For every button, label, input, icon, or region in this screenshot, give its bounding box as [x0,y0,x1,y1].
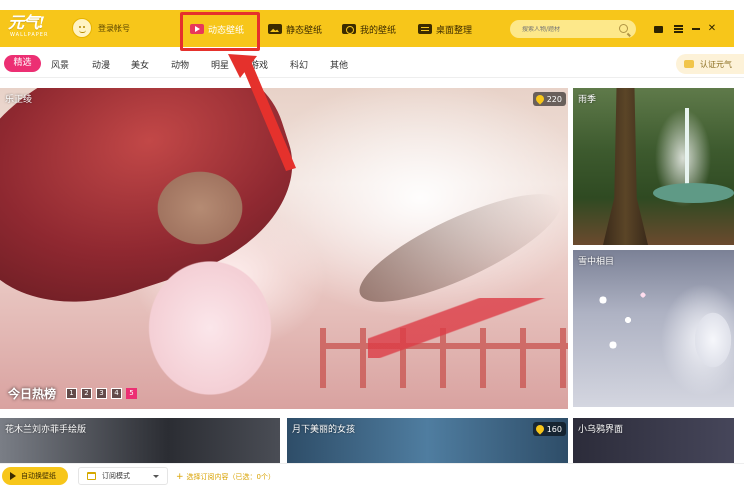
chevron-down-icon [153,475,159,478]
select-subscription-link[interactable]: + 选择订阅内容（已选：0个） [176,472,275,482]
side-art-waterfall [685,108,689,188]
wallpaper-card-rain[interactable]: 雨季 [573,88,734,245]
side-art-pool [653,183,734,203]
hot-count-badge: 220 [532,92,566,106]
tab-label: 静态壁纸 [286,25,323,36]
category-bar: 精选 风景 动漫 美女 动物 明星 游戏 科幻 其他 [0,50,744,78]
wallpaper-card-crow[interactable]: 小乌鸦界面 [573,418,734,464]
ranking-page-5[interactable]: 5 [126,388,138,399]
hot-count: 160 [546,424,562,434]
wallpaper-card-moon-girl[interactable]: 月下美丽的女孩 160 [287,418,568,464]
card-title: 雪中相目 [578,257,615,267]
minimize-button[interactable] [690,23,702,35]
ranking-page-4[interactable]: 4 [111,388,123,399]
category-celebrity[interactable]: 明星 [211,58,229,71]
certify-label: 认证元气 [700,59,732,69]
badge-icon [684,60,694,68]
card-title: 小乌鸦界面 [578,425,624,435]
ranking-page-2[interactable]: 2 [81,388,93,399]
image-icon [268,24,282,34]
annotation-highlight-box [180,12,260,51]
mode-select[interactable]: 订阅模式 [78,467,168,485]
desktop-organize-icon [418,24,432,34]
hero-art-figure [90,148,320,409]
fire-icon [534,93,546,105]
search-input[interactable] [522,25,617,33]
subscription-text: 选择订阅内容（已选：0个） [186,473,276,481]
hero-art-ribbon [368,298,568,358]
avatar-icon [72,18,92,38]
close-icon: ✕ [707,23,717,34]
tab-desktop-organize[interactable]: 桌面整理 [418,19,472,39]
category-beauty[interactable]: 美女 [131,58,149,71]
hero-title: 乐正绫 [5,95,33,105]
mail-icon [653,25,663,33]
auto-change-label: 自动换壁纸 [21,472,56,480]
minimize-icon [692,28,700,30]
bottom-toolbar: 自动换壁纸 订阅模式 + 选择订阅内容（已选：0个） [0,463,744,490]
logo-text: 元气! [8,13,45,32]
wallpaper-card-mulan[interactable]: 花木兰刘亦菲手绘版 [0,418,280,464]
category-games[interactable]: 游戏 [250,58,268,71]
category-featured[interactable]: 精选 [4,55,41,72]
menu-icon [673,28,683,30]
category-scifi[interactable]: 科幻 [290,58,308,71]
menu-button[interactable] [672,23,684,35]
certify-button[interactable]: 认证元气 [676,54,744,74]
tab-my-wallpaper[interactable]: 我的壁纸 [342,19,396,39]
hero-wallpaper-card[interactable]: 乐正绫 220 今日热榜 1 2 3 4 5 [0,88,568,409]
my-wallpaper-icon [342,24,356,34]
ranking-page-3[interactable]: 3 [96,388,108,399]
side-art-figure [673,290,734,407]
category-animals[interactable]: 动物 [171,58,189,71]
login-label: 登录帐号 [98,23,130,33]
category-anime[interactable]: 动漫 [92,58,110,71]
search-box[interactable] [510,20,636,38]
mode-label: 订阅模式 [102,472,130,480]
hot-count-badge: 160 [532,422,566,436]
side-art-trunk [603,88,648,245]
card-title: 雨季 [578,95,597,105]
tab-label: 我的壁纸 [360,25,397,36]
fire-icon [534,423,546,435]
category-other[interactable]: 其他 [330,58,348,71]
search-icon[interactable] [619,24,628,33]
ranking-page-1[interactable]: 1 [66,388,78,399]
auto-change-wallpaper-button[interactable]: 自动换壁纸 [2,467,68,485]
tab-label: 桌面整理 [436,25,473,36]
message-button[interactable] [652,23,664,35]
tab-static-wallpaper[interactable]: 静态壁纸 [268,19,322,39]
plus-icon: + [176,471,184,482]
app-logo: 元气! WALLPAPER [8,14,64,44]
card-title: 月下美丽的女孩 [292,425,356,435]
ranking-title: 今日热榜 [8,387,57,401]
title-bar: 元气! WALLPAPER 登录帐号 动态壁纸 静态壁纸 我的壁纸 桌面整理 ✕ [0,10,734,47]
wallpaper-card-snow[interactable]: 雪中相目 [573,250,734,407]
side-art-blossom [583,280,663,370]
play-icon [10,472,16,480]
hot-count: 220 [546,94,562,104]
logo-subtext: WALLPAPER [10,32,49,38]
category-scenery[interactable]: 风景 [51,58,69,71]
ranking-pager: 今日热榜 1 2 3 4 5 [8,385,138,402]
close-button[interactable]: ✕ [706,23,718,35]
card-title: 花木兰刘亦菲手绘版 [5,425,87,435]
calendar-icon [87,472,96,480]
login-button[interactable]: 登录帐号 [72,18,130,38]
